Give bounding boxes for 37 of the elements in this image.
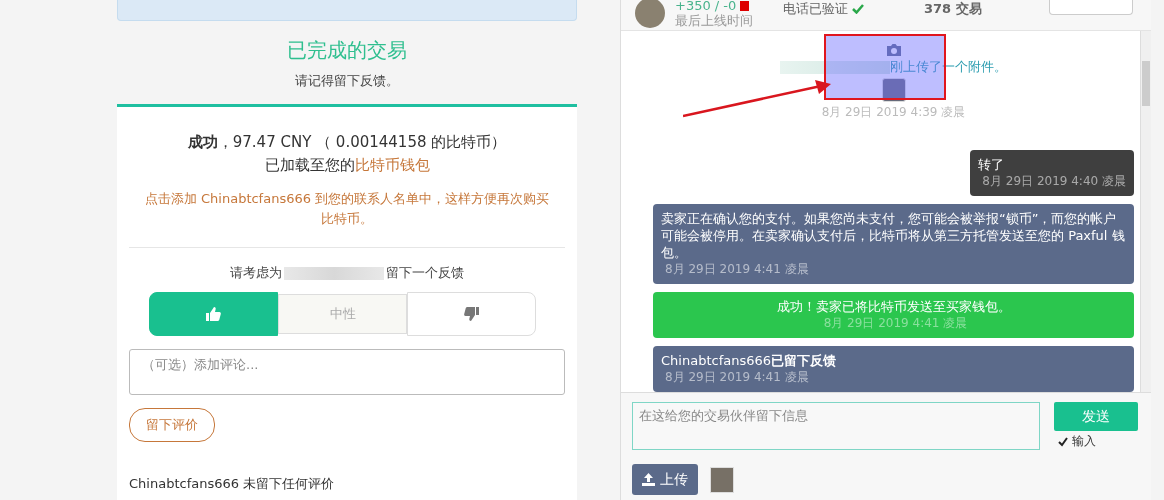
- positive-feedback-button[interactable]: [149, 292, 278, 336]
- message-field[interactable]: 在这给您的交易伙伴留下信息: [632, 402, 1040, 450]
- scrollbar[interactable]: [1140, 31, 1151, 392]
- message-bubble: Chinabtcfans666已留下反馈 8月 29日 2019 4:41 凌晨: [653, 346, 1134, 392]
- upload-icon: [642, 473, 655, 486]
- message-bubble: 成功！卖家已将比特币发送至买家钱包。 8月 29日 2019 4:41 凌晨: [653, 292, 1134, 338]
- feedback-prompt: 留下一个反馈: [386, 264, 464, 282]
- check-icon: [852, 4, 864, 14]
- phone-verified: 电话已验证: [783, 0, 848, 18]
- add-contact-link[interactable]: 点击添加 Chinabtcfans666 到您的联系人名单中，这样方便再次购买比特币。: [139, 189, 555, 229]
- camera-icon: [885, 43, 902, 56]
- submit-feedback-button[interactable]: 留下评价: [129, 408, 215, 442]
- thumbs-down-icon: [463, 306, 480, 322]
- comment-field[interactable]: （可选）添加评论...: [129, 349, 565, 395]
- feedback-reminder: 请记得留下反馈。: [294, 72, 400, 90]
- image-thumbnail[interactable]: [710, 466, 734, 493]
- message-time: 8月 29日 2019 4:39 凌晨: [821, 104, 966, 121]
- checkbox[interactable]: [1058, 436, 1068, 447]
- enter-to-send-label: 输入: [1072, 433, 1096, 450]
- trade-count: 378 交易: [924, 0, 982, 18]
- negative-feedback-button[interactable]: [407, 292, 536, 336]
- message-bubble: 转了 8月 29日 2019 4:40 凌晨: [970, 150, 1134, 196]
- message-bubble: 卖家正在确认您的支付。如果您尚未支付，您可能会被举报“锁币”，而您的帐户可能会被停用。在卖家确认支付后，比特币将从第三方托管发送至您的 Paxful 钱包。 8月 29日 2019 4:41 凌晨: [653, 204, 1134, 284]
- send-button[interactable]: 发送: [1054, 402, 1138, 431]
- neutral-feedback-button[interactable]: 中性: [278, 294, 407, 334]
- last-seen: 最后上线时间: [675, 13, 753, 28]
- trader-score: +350 / -0: [675, 0, 737, 13]
- wallet-link[interactable]: 比特币钱包: [354, 156, 430, 174]
- partner-feedback-status: Chinabtcfans666 未留下任何评价: [129, 475, 336, 493]
- thumbs-up-icon: [205, 306, 222, 322]
- flag-icon: [740, 0, 750, 11]
- completed-title: 已完成的交易: [286, 37, 408, 64]
- avatar: [635, 0, 665, 28]
- upload-button[interactable]: 上传: [632, 464, 698, 495]
- feedback-prompt: 请考虑为: [230, 264, 282, 282]
- attachment-thumbnail[interactable]: [881, 78, 906, 102]
- success-message: 成功，97.47 CNY （ 0.00144158 的比特币） 已加载至您的比特币钱包: [186, 132, 508, 176]
